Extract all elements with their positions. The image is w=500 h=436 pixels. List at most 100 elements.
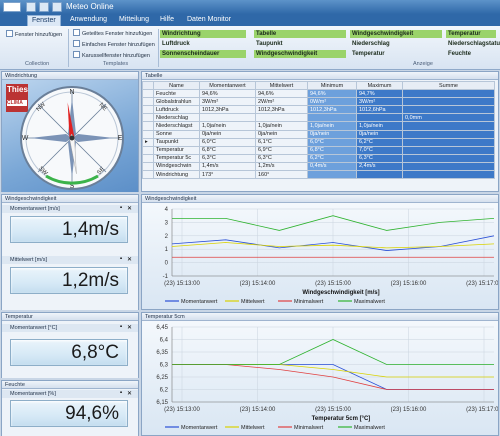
legend-label: Momentanwert [181, 425, 218, 431]
tab-anwendung[interactable]: Anwendung [66, 15, 111, 26]
table-header-cell[interactable]: Name [153, 80, 200, 91]
windspeed-mean-header: Mittelwert [m/s] ▪ ✕ [2, 256, 138, 264]
gallery-windgeschwindigkeit-2[interactable]: Windgeschwindigkeit [254, 50, 346, 58]
table-row[interactable]: Sonne 0ja/nein 0ja/nein 0ja/nein 0ja/nein [142, 129, 495, 139]
table-row[interactable]: Temperatur 5c 6,3°C 6,3°C 6,2°C 6,3°C [142, 153, 495, 163]
table-cell: 2,4m/s [356, 161, 403, 172]
table-cell: 1,0ja/nein [356, 121, 403, 131]
row-selector[interactable] [142, 129, 154, 139]
gallery-luftdruck[interactable]: Luftdruck [160, 40, 192, 48]
table-header-cell[interactable]: Mittelwert [255, 80, 308, 91]
minimize-icon[interactable]: ▪ [120, 205, 122, 211]
humidity-panel-title: Feuchte [5, 382, 25, 388]
minimize-icon[interactable]: ▪ [120, 324, 122, 330]
menu-bar: Fenster Anwendung Mitteilung Hilfe Daten… [0, 14, 500, 26]
split-window-button[interactable]: Geteiltes Fenster hinzufügen [73, 29, 152, 37]
windspeed-mean-value: 1,2m/s [61, 270, 119, 291]
temperature-current-header: Momentanwert [°C] ▪ ✕ [2, 324, 138, 332]
minimize-icon[interactable]: ▪ [120, 256, 122, 262]
gallery-temperatur[interactable]: Temperatur [446, 30, 496, 38]
table-row[interactable]: Globalstrahlun 3W/m² 2W/m² 0W/m² 3W/m² [142, 97, 495, 107]
gallery-windgeschwindigkeit[interactable]: Windgeschwindigkeit [350, 30, 442, 38]
table-row[interactable]: Niederschlagst 1,0ja/nein 1,0ja/nein 1,0ja/… [142, 121, 495, 131]
close-icon[interactable]: ✕ [127, 205, 132, 212]
quick-access-save-icon[interactable] [39, 2, 49, 12]
gallery-temperatur-2[interactable]: Temperatur [350, 50, 387, 58]
table-header-cell[interactable]: Minimum [307, 80, 357, 91]
gallery-tabelle[interactable]: Tabelle [254, 30, 346, 38]
table-cell [402, 170, 495, 180]
temperature-chart-panel: Temperatur 5cm 6,45 6,4 6,35 6,3 6,25 6,2 6,15… [141, 312, 499, 436]
gallery-feuchte[interactable]: Feuchte [446, 50, 473, 58]
table-cell [402, 89, 495, 99]
row-selector[interactable] [142, 113, 154, 123]
y-tick-label: 3 [165, 220, 169, 226]
table-header-cell[interactable]: Summe [402, 80, 495, 91]
row-selector[interactable] [142, 145, 154, 155]
row-selector[interactable]: ▸ [142, 137, 154, 147]
row-selector[interactable] [142, 153, 154, 163]
row-selector[interactable] [142, 97, 154, 107]
humidity-panel-header: Feuchte [2, 381, 138, 389]
gallery-taupunkt[interactable]: Taupunkt [254, 40, 285, 48]
tab-hilfe[interactable]: Hilfe [156, 15, 178, 26]
quick-access-undo-icon[interactable] [52, 2, 62, 12]
legend-label: Mittelwert [241, 299, 265, 305]
close-icon[interactable]: ✕ [127, 256, 132, 263]
window-icon [6, 30, 13, 37]
tab-mitteilung[interactable]: Mitteilung [115, 15, 153, 26]
app-menu-button[interactable] [3, 2, 21, 12]
compass-panel-title: Windrichtung [5, 73, 38, 79]
row-selector-header [142, 80, 154, 91]
quick-access-icon[interactable] [26, 2, 36, 12]
table-row[interactable]: Luftdruck 1012,3hPa 1012,3hPa 1012,3hPa 1012… [142, 105, 495, 115]
close-icon[interactable]: ✕ [127, 324, 132, 331]
minimize-icon[interactable]: ▪ [120, 390, 122, 396]
y-tick-label: 6,35 [156, 350, 168, 356]
legend-label: Momentanwert [181, 299, 218, 305]
row-selector[interactable] [142, 89, 154, 99]
gallery-niederschlagstatus[interactable]: Niederschlagstatus [446, 40, 500, 48]
table-header-cell[interactable]: Maximum [356, 80, 403, 91]
table-row[interactable]: Windrichtung 173° 160° [142, 170, 495, 180]
tab-fenster[interactable]: Fenster [27, 15, 61, 26]
legend-label: Minimalwert [294, 425, 324, 431]
table-cell: Niederschlagst [153, 121, 200, 131]
compass-dial: N E S W NE SE SW NW [20, 86, 124, 190]
table-cell: 0,4m/s [307, 161, 357, 172]
table-row[interactable]: Temperatur 6,8°C 6,9°C 6,8°C 7,0°C [142, 145, 495, 155]
table-cell [199, 113, 256, 123]
row-selector[interactable] [142, 121, 154, 131]
table-row[interactable]: Feuchte 94,6% 94,6% 94,6% 94,7% [142, 89, 495, 99]
table-panel-title: Tabelle [145, 73, 163, 79]
humidity-value: 94,6% [65, 403, 119, 424]
table-panel: Tabelle Name Momentanwert Mittelwert Minimu… [141, 71, 499, 192]
add-window-button[interactable]: Fenster hinzufügen [6, 30, 62, 38]
x-tick-label: (23) 15:14:00 [240, 281, 276, 287]
table-row[interactable]: ▸ Taupunkt 6,0°C 6,1°C 6,0°C 6,2°C [142, 137, 495, 147]
row-selector[interactable] [142, 161, 154, 172]
row-selector[interactable] [142, 105, 154, 115]
temperature-current-label: Momentanwert [°C] [10, 325, 58, 331]
table-cell [255, 113, 308, 123]
gallery-sonnenscheindauer[interactable]: Sonnenscheindauer [160, 50, 246, 58]
table-cell: 6,1°C [255, 137, 308, 147]
windspeed-chart: 4 3 2 1 0 -1(23) 15:13:00 (23) 15:14:00 (23) 15… [163, 207, 498, 305]
table-panel-body: Name Momentanwert Mittelwert Minimum Maximum… [142, 80, 498, 191]
table-row[interactable]: Windgeschwin 1,4m/s 1,2m/s 0,4m/s 2,4m/s [142, 161, 495, 172]
table-row[interactable]: Niederschlag 0,0mm [142, 113, 495, 123]
table-header-cell[interactable]: Momentanwert [199, 80, 256, 91]
table-cell [307, 170, 357, 180]
carousel-window-button[interactable]: Karussellfenster hinzufügen [73, 51, 150, 59]
gallery-niederschlag[interactable]: Niederschlag [350, 40, 392, 48]
windspeed-mean-value-box: 1,2m/s [10, 267, 128, 294]
close-icon[interactable]: ✕ [127, 390, 132, 397]
temperature-panel: Temperatur Momentanwert [°C] ▪ ✕ 6,8°C [1, 312, 139, 378]
table-cell: 6,0°C [307, 137, 357, 147]
gallery-windrichtung[interactable]: Windrichtung [160, 30, 246, 38]
row-selector[interactable] [142, 170, 154, 180]
tab-daten-monitor[interactable]: Daten Monitor [183, 15, 235, 26]
simple-window-button[interactable]: Einfaches Fenster hinzufügen [73, 40, 155, 48]
data-table: Name Momentanwert Mittelwert Minimum Maximum… [142, 80, 495, 180]
table-cell [307, 113, 357, 123]
